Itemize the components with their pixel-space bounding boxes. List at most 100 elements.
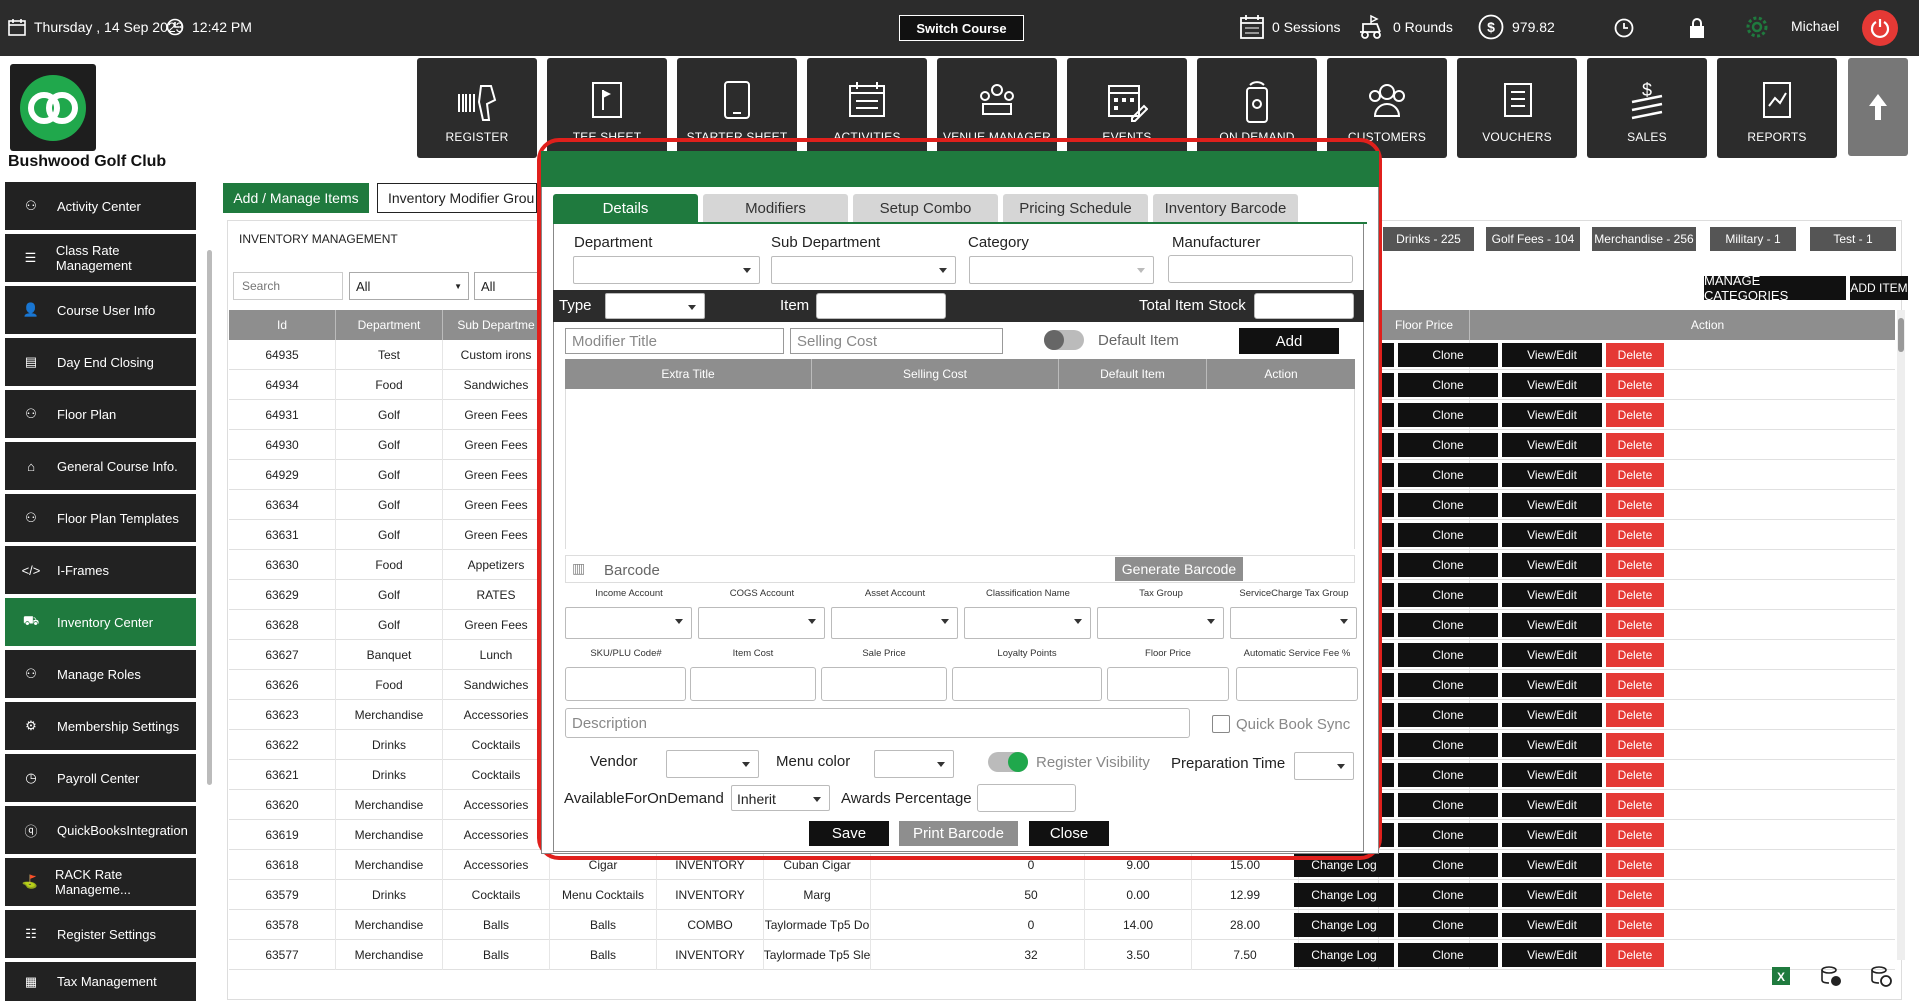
balance-display[interactable]: $ 979.82 <box>1478 14 1555 40</box>
view-edit-button[interactable]: View/Edit <box>1502 733 1602 757</box>
tax-group-select[interactable] <box>1097 607 1224 639</box>
sidebar-item-day-end-closing[interactable]: ▤ Day End Closing <box>5 338 196 386</box>
delete-button[interactable]: Delete <box>1606 553 1664 577</box>
register-visibility-toggle[interactable] <box>988 752 1028 772</box>
sidebar-item-course-user-info[interactable]: 👤 Course User Info <box>5 286 196 334</box>
view-edit-button[interactable]: View/Edit <box>1502 643 1602 667</box>
generate-barcode-button[interactable]: Generate Barcode <box>1115 557 1243 581</box>
sidebar-item-floor-plan-templates[interactable]: ⚇ Floor Plan Templates <box>5 494 196 542</box>
clock-history-icon[interactable] <box>1614 18 1634 38</box>
category-chip-golf-fees[interactable]: Golf Fees - 104 <box>1486 227 1580 251</box>
change-log-button[interactable]: Change Log <box>1294 883 1394 907</box>
delete-button[interactable]: Delete <box>1606 463 1664 487</box>
view-edit-button[interactable]: View/Edit <box>1502 463 1602 487</box>
clone-button[interactable]: Clone <box>1398 463 1498 487</box>
sidebar-item-inventory-center[interactable]: ⛟ Inventory Center <box>5 598 196 646</box>
view-edit-button[interactable]: View/Edit <box>1502 583 1602 607</box>
column-header-department[interactable]: Department <box>336 310 443 340</box>
view-edit-button[interactable]: View/Edit <box>1502 373 1602 397</box>
category-chip-merchandise[interactable]: Merchandise - 256 <box>1592 227 1696 251</box>
delete-button[interactable]: Delete <box>1606 493 1664 517</box>
category-chip-military[interactable]: Military - 1 <box>1710 227 1796 251</box>
item-cost-input[interactable] <box>690 667 816 701</box>
clone-button[interactable]: Clone <box>1398 673 1498 697</box>
tab-inventory-modifier-group[interactable]: Inventory Modifier Grou <box>377 183 537 213</box>
save-button[interactable]: Save <box>809 821 889 846</box>
sidebar-item-rack-rate[interactable]: ⛳ RACK Rate Manageme... <box>5 858 196 906</box>
clone-button[interactable]: Clone <box>1398 613 1498 637</box>
manage-categories-button[interactable]: MANAGE CATEGORIES <box>1704 273 1846 303</box>
cogs-account-select[interactable] <box>698 607 825 639</box>
view-edit-button[interactable]: View/Edit <box>1502 553 1602 577</box>
scroll-up-button[interactable] <box>1848 58 1908 156</box>
view-edit-button[interactable]: View/Edit <box>1502 493 1602 517</box>
delete-button[interactable]: Delete <box>1606 523 1664 547</box>
floor-price-input[interactable] <box>1107 667 1229 701</box>
table-scrollbar[interactable] <box>1897 310 1905 960</box>
view-edit-button[interactable]: View/Edit <box>1502 433 1602 457</box>
clone-button[interactable]: Clone <box>1398 823 1498 847</box>
delete-button[interactable]: Delete <box>1606 673 1664 697</box>
nav-reports[interactable]: REPORTS <box>1717 58 1837 158</box>
delete-button[interactable]: Delete <box>1606 733 1664 757</box>
clone-button[interactable]: Clone <box>1398 403 1498 427</box>
clone-button[interactable]: Clone <box>1398 583 1498 607</box>
switch-course-button[interactable]: Switch Course <box>899 15 1024 41</box>
sidebar-item-manage-roles[interactable]: ⚇ Manage Roles <box>5 650 196 698</box>
print-barcode-button[interactable]: Print Barcode <box>899 821 1018 846</box>
sidebar-item-membership-settings[interactable]: ⚙ Membership Settings <box>5 702 196 750</box>
user-name[interactable]: Michael <box>1791 18 1839 34</box>
view-edit-button[interactable]: View/Edit <box>1502 673 1602 697</box>
nav-register[interactable]: REGISTER <box>417 58 537 158</box>
column-header-id[interactable]: Id <box>229 310 336 340</box>
view-edit-button[interactable]: View/Edit <box>1502 793 1602 817</box>
nav-sales[interactable]: $ SALES <box>1587 58 1707 158</box>
modal-tab-setup-combo[interactable]: Setup Combo <box>853 194 998 222</box>
lock-icon[interactable] <box>1688 17 1706 39</box>
filter-select-2[interactable]: All <box>474 272 538 300</box>
view-edit-button[interactable]: View/Edit <box>1502 883 1602 907</box>
sidebar-item-general-course-info[interactable]: ⌂ General Course Info. <box>5 442 196 490</box>
delete-button[interactable]: Delete <box>1606 403 1664 427</box>
delete-button[interactable]: Delete <box>1606 943 1664 967</box>
delete-button[interactable]: Delete <box>1606 823 1664 847</box>
default-item-toggle[interactable] <box>1044 330 1084 350</box>
column-header-sub-department[interactable]: Sub Departme <box>443 310 550 340</box>
delete-button[interactable]: Delete <box>1606 763 1664 787</box>
view-edit-button[interactable]: View/Edit <box>1502 853 1602 877</box>
selling-cost-input[interactable]: Selling Cost <box>790 328 1003 354</box>
delete-button[interactable]: Delete <box>1606 703 1664 727</box>
table-row[interactable]: 63577 Merchandise Balls Balls INVENTORY Taylo… <box>229 940 1895 970</box>
clone-button[interactable]: Clone <box>1398 493 1498 517</box>
delete-button[interactable]: Delete <box>1606 793 1664 817</box>
delete-button[interactable]: Delete <box>1606 613 1664 637</box>
sidebar-item-quickbooks[interactable]: ⓠ QuickBooksIntegration <box>5 806 196 854</box>
view-edit-button[interactable]: View/Edit <box>1502 913 1602 937</box>
delete-button[interactable]: Delete <box>1606 433 1664 457</box>
category-chip-test[interactable]: Test - 1 <box>1810 227 1896 251</box>
clone-button[interactable]: Clone <box>1398 853 1498 877</box>
modal-tab-details[interactable]: Details <box>553 194 698 222</box>
table-row[interactable]: 63579 Drinks Cocktails Menu Cocktails INVENT… <box>229 880 1895 910</box>
sidebar-item-class-rate-management[interactable]: ☰ Class Rate Management <box>5 234 196 282</box>
category-select[interactable] <box>969 256 1154 284</box>
add-modifier-button[interactable]: Add <box>1239 328 1339 354</box>
view-edit-button[interactable]: View/Edit <box>1502 343 1602 367</box>
modal-tab-pricing-schedule[interactable]: Pricing Schedule <box>1003 194 1148 222</box>
sidebar-item-register-settings[interactable]: ☷ Register Settings <box>5 910 196 958</box>
tab-add-manage-items[interactable]: Add / Manage Items <box>223 183 369 213</box>
department-select[interactable] <box>573 256 760 284</box>
coins-stack-icon[interactable] <box>1820 965 1842 987</box>
sidebar-item-activity-center[interactable]: ⚇ Activity Center <box>5 182 196 230</box>
filter-select-1[interactable]: All ▼ <box>349 272 469 300</box>
vendor-select[interactable] <box>666 750 759 778</box>
item-input[interactable] <box>816 293 946 319</box>
sale-price-input[interactable] <box>821 667 947 701</box>
clone-button[interactable]: Clone <box>1398 943 1498 967</box>
clone-button[interactable]: Clone <box>1398 883 1498 907</box>
clone-button[interactable]: Clone <box>1398 793 1498 817</box>
add-item-button[interactable]: ADD ITEM <box>1850 276 1908 300</box>
sidebar-item-floor-plan[interactable]: ⚇ Floor Plan <box>5 390 196 438</box>
excel-export-icon[interactable]: X <box>1770 965 1792 987</box>
sub-department-select[interactable] <box>771 256 956 284</box>
